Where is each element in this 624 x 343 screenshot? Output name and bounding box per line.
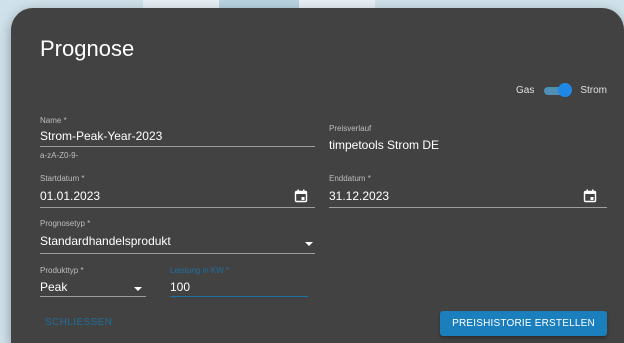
startdatum-input[interactable]: 01.01.2023 [40, 189, 100, 203]
name-field[interactable]: Name * Strom-Peak-Year-2023 [40, 116, 315, 147]
preisverlauf-value: timpetools Strom DE [329, 138, 440, 152]
enddatum-underline [329, 207, 607, 208]
leistung-input[interactable]: 100 [170, 280, 190, 294]
preisverlauf-field: Preisverlauf timpetools Strom DE [329, 124, 607, 154]
startdatum-label: Startdatum * [40, 174, 85, 183]
prognosetyp-value[interactable]: Standardhandelsprodukt [40, 234, 171, 248]
preisverlauf-label: Preisverlauf [329, 124, 372, 133]
energy-switch[interactable] [544, 83, 573, 97]
energy-toggle: Gas Strom [516, 83, 607, 97]
enddatum-field[interactable]: Enddatum * 31.12.2023 [329, 174, 607, 208]
switch-thumb [558, 83, 573, 97]
produkttyp-value[interactable]: Peak [40, 280, 67, 294]
chevron-down-icon[interactable] [304, 241, 314, 247]
produkttyp-select[interactable]: Produkttyp * Peak [40, 266, 146, 297]
prognosetyp-underline [40, 253, 315, 254]
name-hint: a-zA-Z0-9- [40, 151, 79, 160]
name-input[interactable]: Strom-Peak-Year-2023 [40, 129, 162, 143]
toggle-label-gas[interactable]: Gas [516, 85, 534, 96]
calendar-icon[interactable] [294, 189, 308, 203]
leistung-label: Leistung in KW * [170, 266, 230, 275]
produkttyp-label: Produkttyp * [40, 266, 84, 275]
chevron-down-icon[interactable] [133, 286, 143, 292]
leistung-field[interactable]: Leistung in KW * 100 [170, 266, 308, 297]
prognosetyp-select[interactable]: Prognosetyp * Standardhandelsprodukt [40, 219, 315, 254]
calendar-icon[interactable] [583, 189, 597, 203]
startdatum-field[interactable]: Startdatum * 01.01.2023 [40, 174, 315, 208]
toggle-label-strom[interactable]: Strom [580, 85, 607, 96]
enddatum-input[interactable]: 31.12.2023 [329, 189, 389, 203]
startdatum-underline [40, 207, 315, 208]
produkttyp-underline [40, 296, 146, 297]
name-label: Name * [40, 116, 67, 125]
dialog-title: Prognose [40, 36, 135, 61]
prognose-dialog: Prognose Gas Strom Name * Strom-Peak-Yea… [11, 8, 624, 343]
prognosetyp-label: Prognosetyp * [40, 219, 91, 228]
enddatum-label: Enddatum * [329, 174, 371, 183]
close-button[interactable]: SCHLIESSEN [45, 317, 112, 328]
leistung-underline [170, 296, 308, 297]
name-underline [40, 146, 315, 147]
create-price-history-button[interactable]: PREISHISTORIE ERSTELLEN [440, 311, 607, 336]
